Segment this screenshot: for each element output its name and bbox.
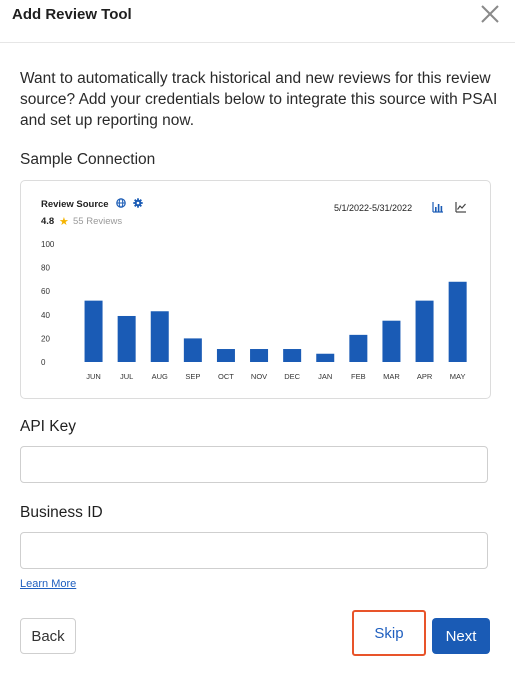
chart-bar <box>216 349 235 362</box>
x-tick-label: MAR <box>383 372 400 381</box>
x-tick-label: JUN <box>86 372 101 381</box>
chart-bar <box>250 349 269 362</box>
chart-bar <box>448 281 467 362</box>
x-tick-label: DEC <box>284 372 300 381</box>
x-tick-label: NOV <box>251 372 267 381</box>
chart-bar <box>150 311 169 362</box>
intro-text: Want to automatically track historical a… <box>20 70 498 129</box>
chart-bar <box>382 320 401 362</box>
skip-button[interactable]: Skip <box>354 612 424 654</box>
close-icon[interactable] <box>479 3 501 25</box>
api-key-input[interactable] <box>20 446 488 483</box>
y-tick-label: 40 <box>41 311 50 320</box>
x-tick-label: OCT <box>218 372 234 381</box>
reviews-bar-chart: 0 20 40 60 80 100 JUN JUL AUG SEP OCT NOV DEC JAN FEB M… <box>41 240 467 381</box>
chart-bar <box>316 353 335 362</box>
y-tick-label: 20 <box>41 334 50 343</box>
back-button[interactable]: Back <box>20 618 76 654</box>
skip-highlight: Skip <box>352 610 426 656</box>
x-tick-label: APR <box>417 372 433 381</box>
sample-connection-label: Sample Connection <box>20 151 156 168</box>
chart-bar <box>183 338 202 362</box>
x-tick-label: SEP <box>185 372 200 381</box>
x-tick-label: FEB <box>351 372 366 381</box>
business-id-label: Business ID <box>20 504 103 521</box>
y-tick-label: 0 <box>41 358 46 367</box>
dialog-header: Add Review Tool <box>0 0 515 43</box>
y-tick-label: 80 <box>41 264 50 273</box>
x-tick-label: AUG <box>152 372 168 381</box>
learn-more-link[interactable]: Learn More <box>20 578 76 590</box>
x-tick-label: JAN <box>318 372 332 381</box>
chart-bar <box>117 315 136 362</box>
y-tick-label: 100 <box>41 240 55 249</box>
chart-bar <box>415 300 434 362</box>
x-tick-label: JUL <box>120 372 133 381</box>
chart-bar <box>283 349 302 362</box>
chart-bar <box>349 334 368 362</box>
x-tick-label: MAY <box>450 372 466 381</box>
chart-bar <box>84 300 103 362</box>
api-key-label: API Key <box>20 418 76 435</box>
dialog-title: Add Review Tool <box>12 6 132 23</box>
sample-connection-card: Review Source 4.8 ★ 55 Reviews 5/1/2022-… <box>20 180 491 399</box>
y-tick-label: 60 <box>41 287 50 296</box>
next-button[interactable]: Next <box>432 618 490 654</box>
business-id-input[interactable] <box>20 532 488 569</box>
